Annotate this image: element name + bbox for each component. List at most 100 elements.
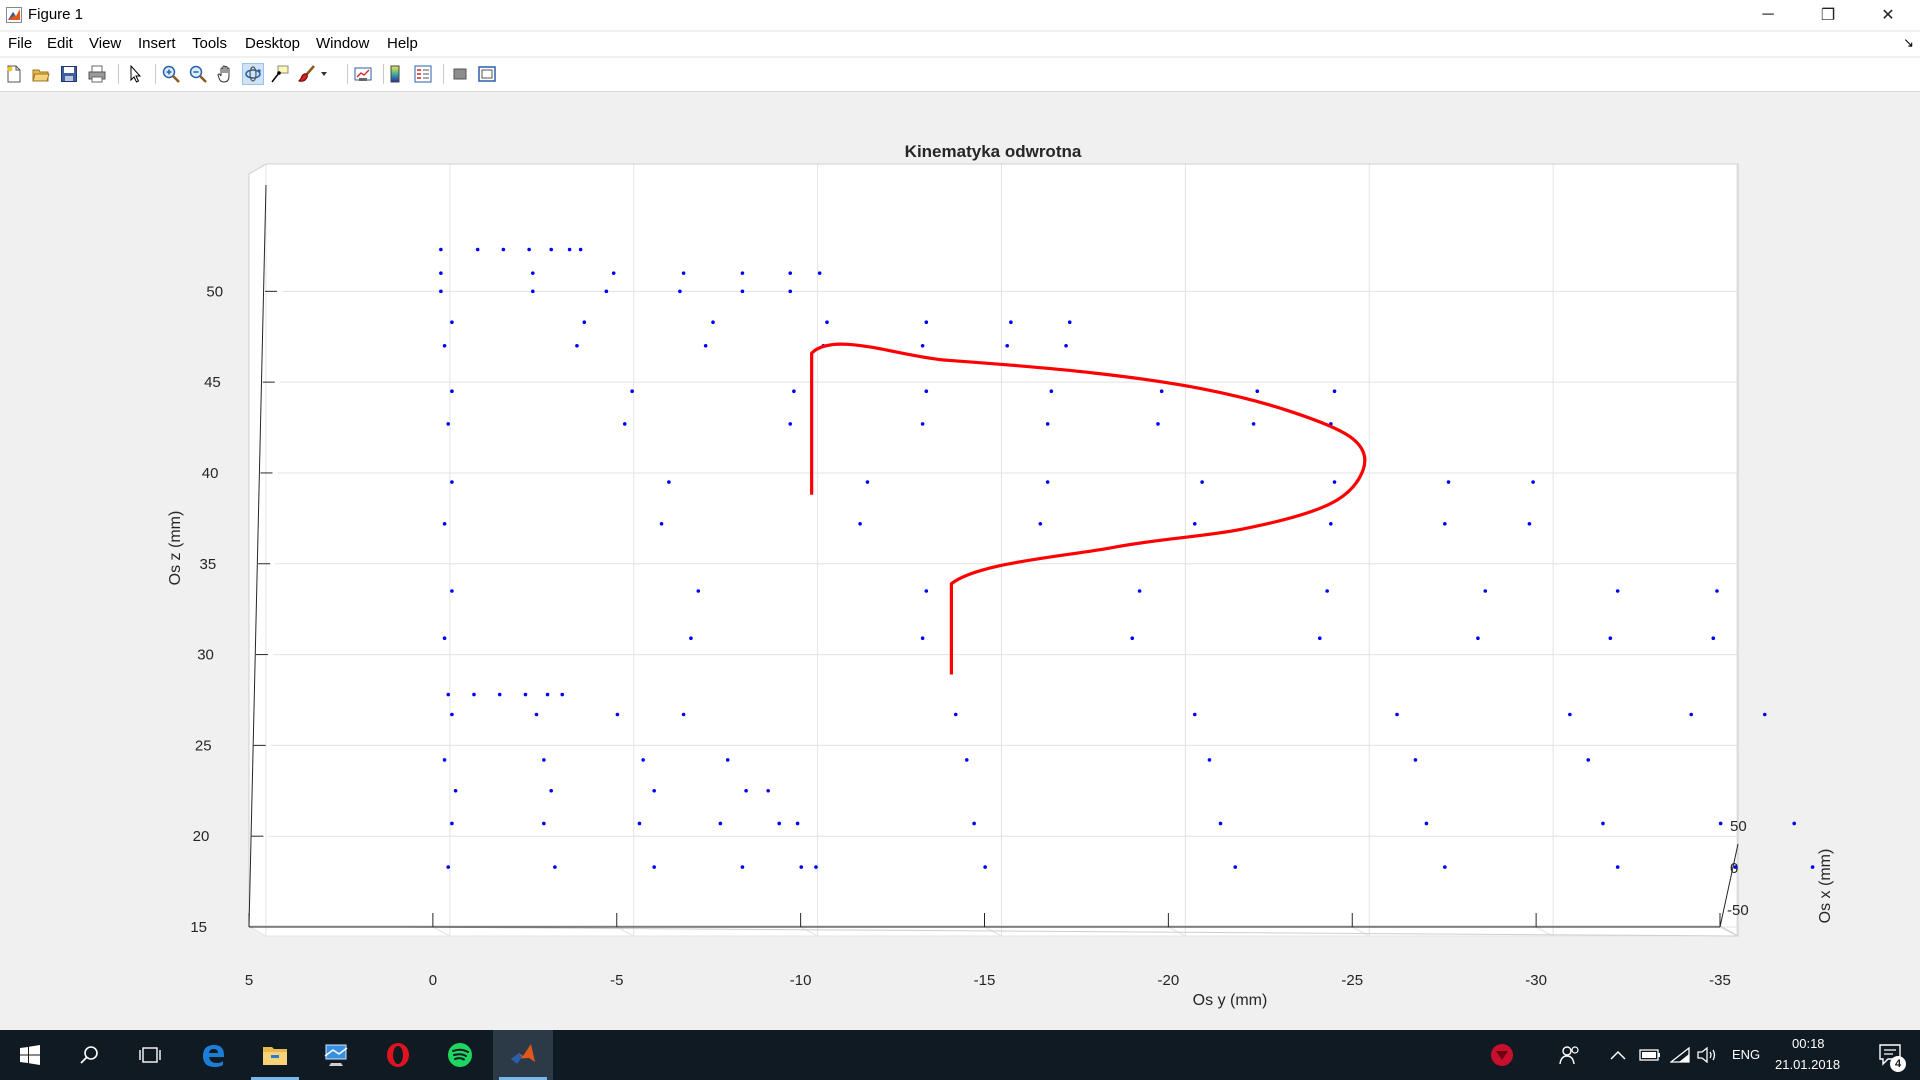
zoom-out-button[interactable]: [187, 63, 209, 85]
brush-button[interactable]: [296, 63, 318, 85]
x-tick-label: -5: [610, 972, 623, 989]
blue-point: [1711, 636, 1716, 641]
data-cursor-button[interactable]: [269, 63, 291, 85]
figure-canvas[interactable]: 5 0 -5 -10 -15 -20 -25 -30 -35 50 45 40 35 30 25 20 15 50…: [0, 93, 1920, 1030]
menu-window[interactable]: Window: [316, 35, 369, 52]
taskbar-matlab[interactable]: [493, 1030, 553, 1080]
remote-desktop-icon: [324, 1044, 348, 1066]
link-plot-button[interactable]: [352, 63, 374, 85]
blue-point: [446, 865, 451, 869]
print-button[interactable]: [86, 63, 108, 85]
blue-point: [799, 865, 804, 869]
blue-point: [1009, 320, 1013, 324]
blue-point: [1792, 821, 1796, 826]
blue-point: [549, 788, 553, 793]
save-button[interactable]: [58, 63, 80, 85]
blue-point: [442, 758, 447, 762]
blue-point: [1192, 522, 1197, 526]
taskbar-edge[interactable]: [183, 1030, 243, 1080]
x-tick-label: -35: [1709, 972, 1731, 989]
blue-point: [1038, 522, 1043, 526]
blue-point: [523, 692, 528, 697]
volume-button[interactable]: [1690, 1030, 1726, 1080]
tray-app-button[interactable]: [1477, 1030, 1527, 1080]
menu-desktop[interactable]: Desktop: [245, 35, 300, 52]
rotate-3d-button[interactable]: [242, 63, 264, 85]
figure-toolbar: [0, 58, 1920, 92]
blue-point: [1005, 344, 1010, 348]
clock-date[interactable]: 21.01.2018: [1775, 1057, 1840, 1072]
blue-point: [711, 320, 715, 324]
blue-point: [696, 589, 701, 593]
legend-button[interactable]: [412, 63, 434, 85]
blue-point: [1531, 480, 1535, 484]
blue-point: [1251, 422, 1256, 426]
blue-point: [531, 289, 535, 294]
minimize-button[interactable]: ─: [1740, 0, 1796, 30]
x-depth-tick-label: 50: [1730, 818, 1747, 835]
language-indicator[interactable]: ENG: [1732, 1047, 1760, 1062]
blue-point: [1527, 522, 1532, 526]
taskbar-opera[interactable]: [368, 1030, 428, 1080]
blue-point: [659, 522, 664, 526]
taskbar-remote-desktop[interactable]: [306, 1030, 366, 1080]
taskbar-spotify[interactable]: [430, 1030, 490, 1080]
task-view-button[interactable]: [120, 1030, 180, 1080]
x-depth-tick-label: -50: [1727, 902, 1749, 919]
menu-file[interactable]: File: [8, 35, 32, 52]
open-file-button[interactable]: [30, 63, 52, 85]
edit-plot-button[interactable]: [124, 63, 146, 85]
start-icon: [20, 1045, 40, 1065]
blue-point: [788, 422, 793, 426]
dock-arrow-icon[interactable]: ↘: [1903, 35, 1914, 51]
hide-plot-tools-button[interactable]: [449, 63, 471, 85]
brush-dropdown-button[interactable]: [318, 63, 330, 85]
title-bar[interactable]: Figure 1 ─ ❐ ✕: [0, 0, 1920, 30]
blue-point: [560, 692, 565, 697]
close-button[interactable]: ✕: [1860, 0, 1916, 30]
menu-view[interactable]: View: [89, 35, 121, 52]
blue-point: [740, 289, 745, 294]
x-tick-label: -30: [1525, 972, 1547, 989]
show-plot-tools-button[interactable]: [476, 63, 498, 85]
people-button[interactable]: [1548, 1030, 1592, 1080]
restore-icon: ❐: [1820, 7, 1836, 24]
zoom-in-button[interactable]: [160, 63, 182, 85]
menu-bar: File Edit View Insert Tools Desktop Wind…: [0, 32, 1920, 56]
x-tick-label: 0: [429, 972, 437, 989]
menu-help[interactable]: Help: [387, 35, 418, 52]
rotate-3d-icon: [245, 66, 262, 82]
blue-point: [1130, 636, 1135, 641]
menu-insert[interactable]: Insert: [138, 35, 176, 52]
pan-button[interactable]: [215, 63, 237, 85]
restore-button[interactable]: ❐: [1800, 0, 1856, 30]
start-button[interactable]: [0, 1030, 60, 1080]
data-cursor-icon: [271, 65, 289, 83]
blue-point: [1446, 480, 1451, 484]
blue-point: [1329, 522, 1333, 526]
new-figure-button[interactable]: [3, 63, 25, 85]
spotify-icon: [448, 1043, 472, 1067]
blue-point: [681, 712, 686, 717]
show-plot-tools-icon: [478, 66, 496, 82]
blue-point: [1218, 821, 1223, 826]
taskbar-file-explorer[interactable]: [245, 1030, 305, 1080]
blue-point: [1443, 522, 1447, 526]
blue-point: [924, 389, 929, 394]
action-center-button[interactable]: 4: [1866, 1030, 1916, 1080]
colorbar-button[interactable]: [384, 63, 406, 85]
matlab-figure-icon: [6, 7, 22, 23]
blue-point: [983, 865, 987, 869]
search-button[interactable]: [60, 1030, 120, 1080]
red-tray-app-icon: [1491, 1044, 1513, 1066]
3d-scatter-plot[interactable]: 5 0 -5 -10 -15 -20 -25 -30 -35504540353025201550…: [0, 93, 1920, 1030]
z-tick-label: 50: [206, 283, 223, 300]
blue-point: [450, 389, 454, 394]
clock-time[interactable]: 00:18: [1792, 1036, 1825, 1051]
notification-count: 4: [1890, 1056, 1906, 1072]
blue-point: [1317, 636, 1322, 641]
menu-tools[interactable]: Tools: [192, 35, 227, 52]
people-icon: [1559, 1046, 1579, 1065]
z-tick-label: 15: [190, 919, 207, 936]
menu-edit[interactable]: Edit: [47, 35, 73, 52]
